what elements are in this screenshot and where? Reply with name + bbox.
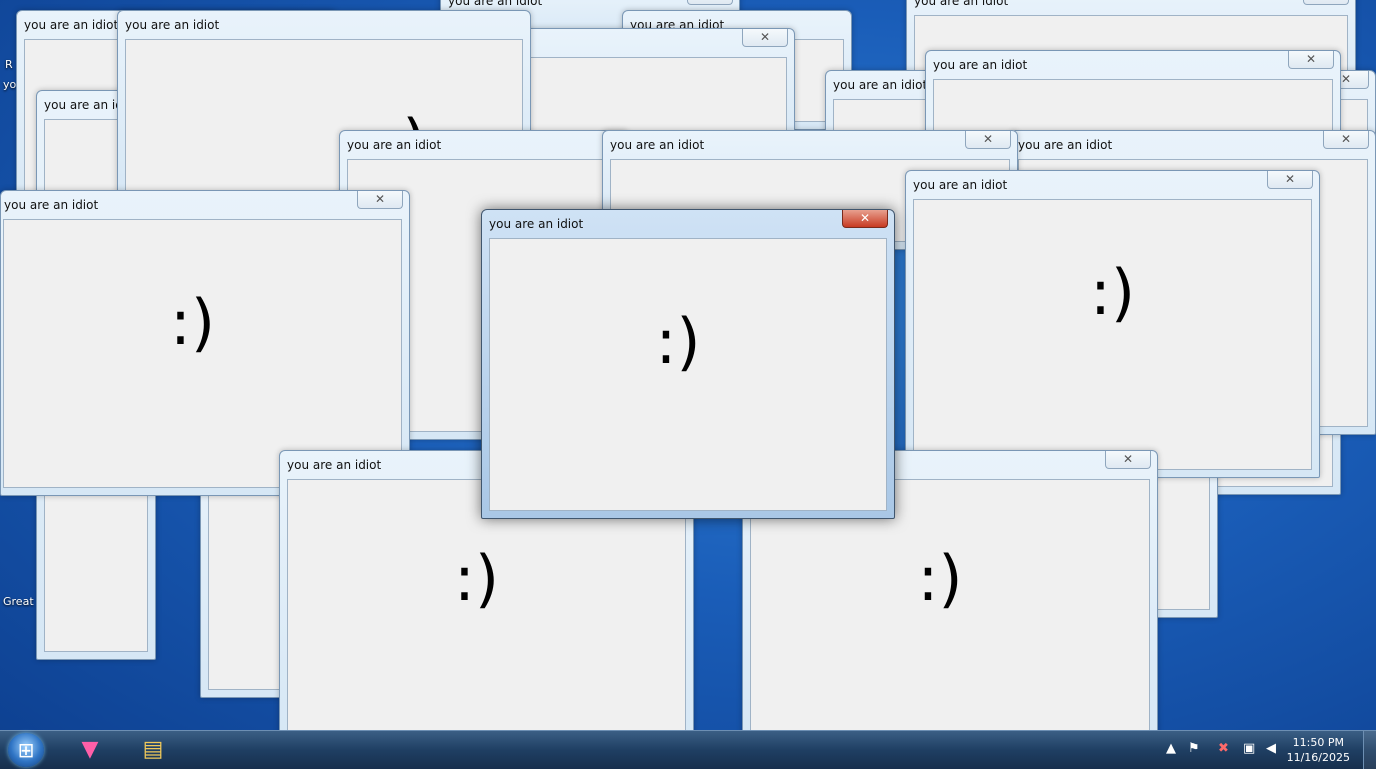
title-bar[interactable]: you are an idiot ✕ [482, 210, 894, 238]
close-button[interactable]: ✕ [1267, 171, 1313, 189]
close-button[interactable]: ✕ [842, 210, 888, 228]
smiley-text: :) [453, 542, 500, 615]
tray-clock[interactable]: 11:50 PM 11/16/2025 [1287, 735, 1350, 765]
close-button[interactable]: ✕ [1288, 51, 1334, 69]
title-bar[interactable]: you are an idiot ✕ [907, 0, 1355, 15]
title-bar[interactable]: you are an idiot [118, 11, 530, 39]
smiley-text: :) [655, 305, 701, 378]
title-bar[interactable]: you are an idiot ✕ [926, 51, 1340, 79]
window-title: you are an idiot [347, 138, 442, 152]
title-bar[interactable]: you are an idiot ✕ [906, 171, 1319, 199]
window-title: you are an idiot [489, 217, 584, 231]
close-button[interactable]: ✕ [1303, 0, 1349, 5]
title-bar[interactable]: you are an idiot ✕ [1011, 131, 1375, 159]
window-title: you are an idiot [913, 178, 1008, 192]
folder-explorer-icon[interactable]: ▤ [133, 734, 173, 766]
desktop-icon-label[interactable]: Great [3, 595, 34, 608]
taskbar: ⊞ ▼ ▤ ▲ ⚑ ✖ ▣ ◀ 11:50 PM 11/16/2025 [0, 730, 1376, 769]
window-title: you are an idiot [914, 0, 1009, 8]
network-icon[interactable]: ▣ [1243, 741, 1255, 756]
window-title: you are an idiot [833, 78, 928, 92]
desktop-icon-label[interactable]: R [5, 58, 13, 71]
action-center-icon[interactable]: ⚑ [1188, 741, 1200, 756]
window-client: :) [913, 199, 1312, 470]
title-bar[interactable]: you are an idiot ✕ [603, 131, 1017, 159]
popup-window-active[interactable]: you are an idiot ✕ :) [481, 209, 895, 519]
desktop: R yo Great you are an idiot you are an i… [0, 0, 1376, 730]
window-client: :) [489, 238, 887, 511]
close-button[interactable]: ✕ [1323, 131, 1369, 149]
windows-orb-icon[interactable]: ⊞ [8, 733, 44, 767]
smiley-text: :) [1089, 256, 1136, 329]
volume-muted-icon[interactable]: ◀ [1266, 741, 1276, 756]
close-button[interactable]: ✕ [742, 29, 788, 47]
close-button[interactable]: ✕ [357, 191, 403, 209]
show-hidden-icons-icon[interactable]: ▲ [1166, 741, 1176, 756]
window-title: you are an idiot [287, 458, 382, 472]
close-button[interactable]: ✕ [1105, 451, 1151, 469]
flag-error-icon[interactable]: ✖ [1218, 741, 1229, 756]
show-desktop-button[interactable] [1363, 731, 1376, 769]
title-bar[interactable]: you are an idiot [340, 131, 628, 159]
cat-app-icon[interactable]: ▼ [70, 734, 110, 766]
title-bar[interactable]: ✕ [521, 29, 794, 57]
window-title: you are an idiot [610, 138, 705, 152]
window-title: you are an idiot [24, 18, 119, 32]
window-title: you are an idiot [4, 198, 99, 212]
title-bar[interactable]: you are an idiot ✕ [1, 191, 409, 219]
smiley-text: :) [169, 286, 216, 359]
window-title: you are an idiot [448, 0, 543, 8]
window-client: :) [3, 219, 402, 488]
window-title: you are an idiot [125, 18, 220, 32]
desktop-icon-label[interactable]: yo [3, 78, 16, 91]
clock-time: 11:50 PM [1292, 736, 1344, 749]
clock-date: 11/16/2025 [1286, 751, 1350, 764]
popup-window[interactable]: you are an idiot ✕ :) [905, 170, 1320, 478]
smiley-text: :) [917, 542, 963, 615]
window-title: you are an idiot [933, 58, 1028, 72]
window-title: you are an idiot [1018, 138, 1113, 152]
close-button[interactable]: ✕ [687, 0, 733, 5]
close-button[interactable]: ✕ [965, 131, 1011, 149]
